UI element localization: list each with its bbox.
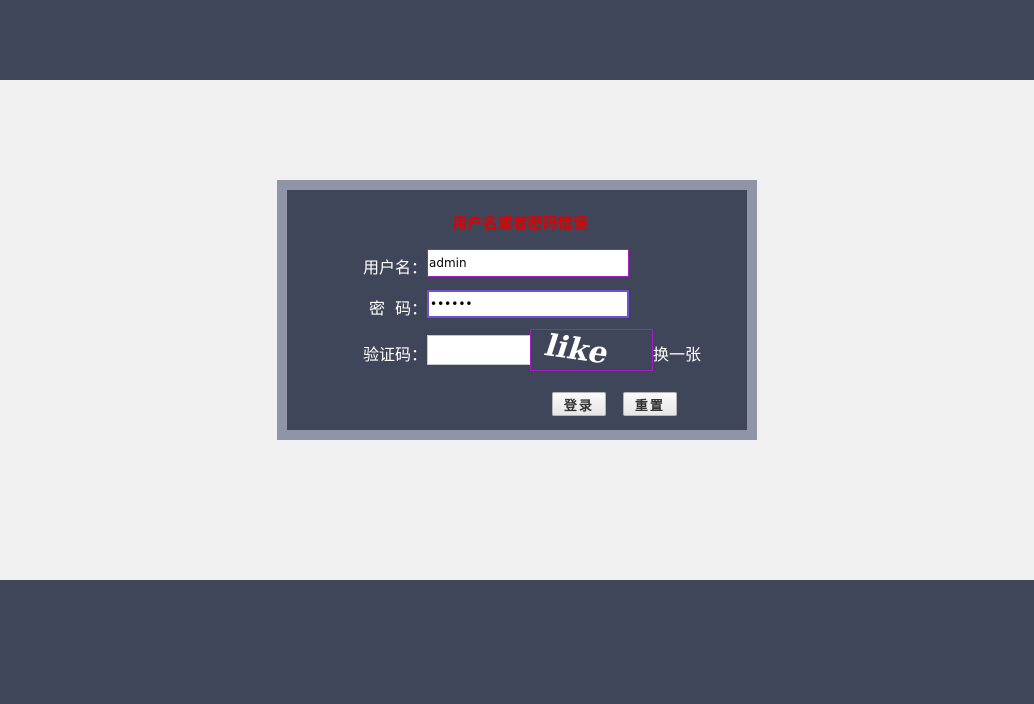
reset-button[interactable]: 重置: [623, 392, 677, 416]
login-button[interactable]: 登录: [552, 392, 606, 416]
username-input[interactable]: [427, 249, 629, 277]
captcha-image[interactable]: like: [530, 329, 653, 371]
password-input[interactable]: [427, 290, 629, 318]
bottom-footer-band: [0, 580, 1034, 704]
captcha-label: 验证码：: [363, 345, 428, 364]
login-panel: 用户名或者密码错误 用户名： 密 码： 验证码： like 换一张 登录 重置: [287, 190, 747, 430]
top-header-band: [0, 0, 1034, 80]
refresh-captcha-link[interactable]: 换一张: [653, 341, 701, 365]
captcha-input[interactable]: [427, 335, 531, 365]
captcha-svg: like: [540, 330, 613, 370]
login-frame: 用户名或者密码错误 用户名： 密 码： 验证码： like 换一张 登录 重置: [277, 180, 757, 440]
password-label: 密 码：: [369, 299, 428, 318]
captcha-text: like: [540, 330, 613, 370]
username-label: 用户名：: [363, 258, 428, 277]
error-message: 用户名或者密码错误: [452, 214, 588, 232]
